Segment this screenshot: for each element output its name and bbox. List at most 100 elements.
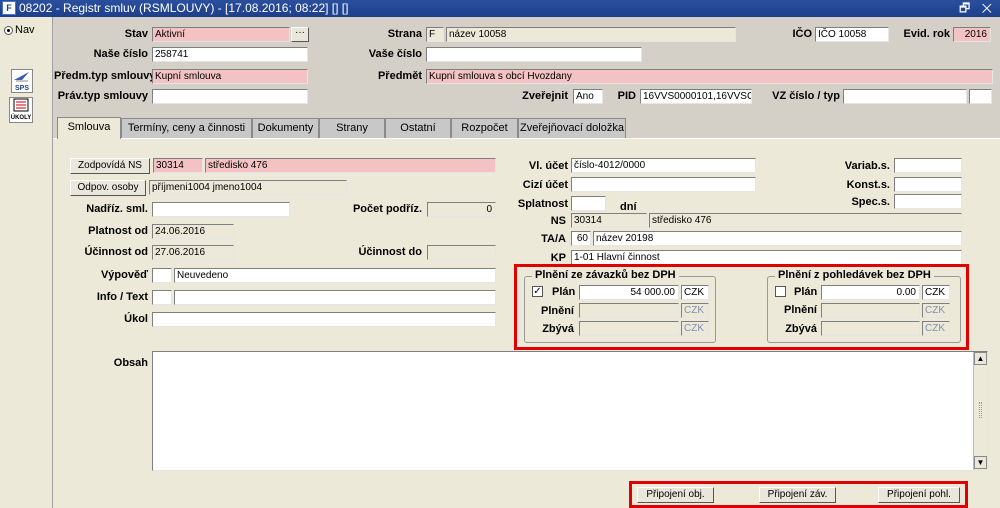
evid-rok-field[interactable]: 2016 [953, 27, 991, 42]
plneni-zavazky-currency[interactable]: CZK [681, 285, 709, 300]
ico-field[interactable]: IČO 10058 [815, 27, 889, 42]
ukoly-button[interactable]: ÚKOLY [9, 97, 33, 123]
plneni-zavazky-plneni-label: Plnění [540, 305, 574, 317]
prav-typ-field[interactable] [152, 89, 308, 104]
pocet-podriz-field[interactable]: 0 [427, 202, 496, 217]
window-controls[interactable]: 🗗 ✕ [959, 0, 996, 17]
nadriz-field[interactable] [152, 202, 290, 217]
nav-radio[interactable] [4, 26, 13, 35]
ukoly-label: ÚKOLY [10, 115, 32, 121]
pripojeni-obj-button[interactable]: Připojení obj. [637, 487, 714, 503]
scroll-up-icon[interactable]: ▲ [974, 352, 987, 365]
kp-field[interactable]: 1-01 Hlavní činnost [571, 250, 962, 265]
vz-typ-field[interactable] [969, 89, 992, 104]
varib-field[interactable] [894, 158, 962, 173]
tab-dokumenty[interactable]: Dokumenty [252, 118, 319, 138]
tab-rozpocet[interactable]: Rozpočet [451, 118, 518, 138]
ns-code-field[interactable]: 30314 [571, 213, 647, 228]
vypoved-field[interactable]: Neuvedeno [174, 268, 496, 283]
plneni-zavazky-plneni-currency: CZK [681, 303, 709, 318]
checklist-icon [13, 98, 29, 112]
zodpovida-ns-button[interactable]: Zodpovídá NS [70, 158, 150, 174]
predm-typ-field[interactable]: Kupní smlouva [152, 69, 308, 84]
nase-cislo-field[interactable]: 258741 [152, 47, 308, 62]
zodpovida-code-field[interactable]: 30314 [153, 158, 203, 173]
cizi-ucet-label: Cizí účet [522, 179, 568, 191]
zverejnit-field[interactable]: Ano [573, 89, 603, 104]
prav-typ-label: Práv.typ smlouvy [57, 90, 148, 102]
nav-label: Nav [15, 24, 35, 36]
plneni-pohledavky-plan-field[interactable]: 0.00 [821, 285, 920, 300]
splatnost-field[interactable] [571, 196, 606, 211]
info-text-field[interactable] [174, 290, 496, 305]
tab-smlouva[interactable]: Smlouva [57, 117, 121, 139]
plneni-pohledavky-currency[interactable]: CZK [922, 285, 950, 300]
plneni-zavazky-plan-checkbox[interactable]: ✓ [532, 286, 543, 297]
zodpovida-name-field[interactable]: středisko 476 [205, 158, 496, 173]
plneni-pohledavky-zbyva-currency: CZK [922, 321, 950, 336]
pid-label: PID [617, 90, 636, 102]
plneni-zavazky-plan-label: Plán [552, 286, 576, 298]
ucinnost-do-field[interactable] [427, 245, 496, 260]
plneni-pohledavky-plneni-currency: CZK [922, 303, 950, 318]
plneni-zavazky-plneni-field[interactable] [579, 303, 679, 318]
predmet-field[interactable]: Kupní smlouva s obcí Hvozdany [426, 69, 993, 84]
obsah-label: Obsah [113, 357, 148, 369]
odpov-osoby-button[interactable]: Odpov. osoby [70, 180, 146, 196]
tab-strany[interactable]: Strany [319, 118, 385, 138]
vz-cislo-field[interactable] [843, 89, 967, 104]
vase-cislo-field[interactable] [426, 47, 642, 62]
ns-label: NS [550, 215, 566, 227]
plneni-pohledavky-zbyva-label: Zbývá [785, 323, 817, 335]
ns-name-field[interactable]: středisko 476 [649, 213, 962, 228]
plneni-pohledavky-plan-checkbox[interactable] [775, 286, 786, 297]
nase-cislo-label: Naše číslo [93, 48, 148, 60]
ucinnost-od-field[interactable]: 27.06.2016 [152, 245, 234, 260]
plneni-zavazky-zbyva-label: Zbývá [542, 323, 574, 335]
scroll-down-icon[interactable]: ▼ [974, 456, 987, 469]
stav-lookup-button[interactable]: ··· [291, 27, 309, 42]
vypoved-label: Výpověď [100, 269, 148, 281]
ta-label: TA/A [541, 233, 566, 245]
pripojeni-pohl-button[interactable]: Připojení pohl. [878, 487, 960, 503]
plneni-zavazky-zbyva-field[interactable] [579, 321, 679, 336]
info-code-field[interactable] [152, 290, 172, 305]
konst-label: Konst.s. [846, 179, 890, 191]
plneni-pohledavky-plneni-field[interactable] [821, 303, 920, 318]
tab-zverejnovaci-dolozka[interactable]: Zveřejňovací doložka [518, 118, 626, 138]
plneni-pohledavky-title: Plnění z pohledávek bez DPH [775, 269, 934, 281]
ta-code-field[interactable]: 60 [571, 231, 591, 246]
vz-label: VZ číslo / typ [772, 90, 840, 102]
strana-type-field[interactable]: F [426, 27, 444, 42]
ucinnost-do-label: Účinnost do [358, 246, 422, 258]
sps-button[interactable]: SPS [11, 69, 33, 93]
strana-field[interactable]: název 10058 [446, 27, 736, 42]
vypoved-code-field[interactable] [152, 268, 172, 283]
dni-label: dní [620, 201, 637, 213]
ukol-field[interactable] [152, 312, 496, 327]
plneni-pohledavky-plneni-label: Plnění [783, 304, 817, 316]
evid-rok-label: Evid. rok [903, 28, 950, 40]
stav-label: Stav [124, 28, 148, 40]
vl-ucet-field[interactable]: číslo-4012/0000 [571, 158, 756, 173]
tab-terminy[interactable]: Termíny, ceny a činnosti [121, 118, 252, 138]
pid-field[interactable]: 16VVS0000101,16VVSC [640, 89, 752, 104]
platnost-od-field[interactable]: 24.06.2016 [152, 224, 234, 239]
stav-field[interactable]: Aktivní [152, 27, 290, 42]
platnost-od-label: Platnost od [88, 225, 148, 237]
odpov-osoby-field[interactable]: příjmeni1004 jmeno1004 [149, 180, 347, 195]
plneni-zavazky-title: Plnění ze závazků bez DPH [532, 269, 679, 281]
ta-name-field[interactable]: název 20198 [593, 231, 962, 246]
cizi-ucet-field[interactable] [571, 177, 756, 192]
pripojeni-zav-button[interactable]: Připojení záv. [759, 487, 836, 503]
plneni-pohledavky-zbyva-field[interactable] [821, 321, 920, 336]
sps-label: SPS [14, 85, 29, 92]
konst-field[interactable] [894, 177, 962, 192]
ico-label: IČO [792, 28, 812, 40]
tab-ostatni[interactable]: Ostatní [385, 118, 451, 138]
plneni-zavazky-plan-field[interactable]: 54 000.00 [579, 285, 679, 300]
spec-field[interactable] [894, 194, 962, 209]
obsah-textarea[interactable] [152, 351, 988, 471]
scroll-grip-icon [979, 402, 982, 418]
obsah-scrollbar[interactable]: ▲ ▼ [973, 352, 987, 470]
